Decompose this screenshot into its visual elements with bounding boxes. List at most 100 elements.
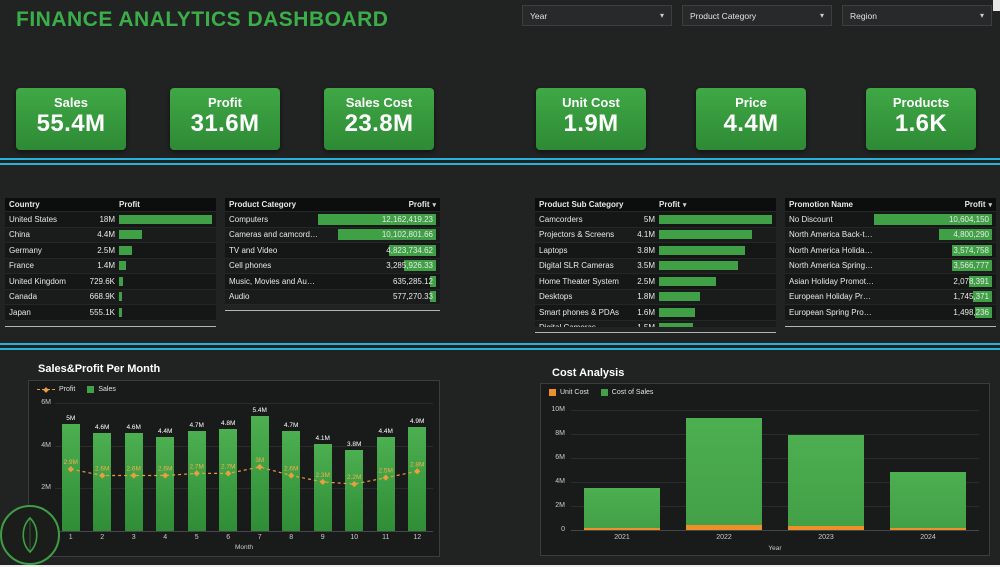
row-label: Music, Movies and Audio Bo... [229, 276, 318, 286]
line-value-label: 2.6M [95, 466, 109, 473]
table-row[interactable]: Camcorders 5M [535, 212, 776, 228]
legend-swatch [549, 389, 556, 396]
table-row[interactable]: European Spring Promotion 1,498,236 [785, 305, 996, 321]
row-label: Home Theater System [539, 276, 619, 286]
table-row[interactable]: North America Holiday Pro... 3,574,758 [785, 243, 996, 259]
row-label: Canada [9, 292, 38, 302]
legend-label: Cost of Sales [611, 389, 654, 396]
x-axis-label: 2022 [716, 534, 732, 541]
column-header[interactable]: Product Category [229, 200, 318, 209]
table-row[interactable]: Canada 668.9K [5, 289, 216, 305]
table-country: Country Profit United States 18M China 4.4M Ge… [5, 198, 216, 326]
filter-dropdown-year[interactable]: Year ▾ [522, 5, 672, 26]
cost-of-sales-bar[interactable] [686, 418, 762, 526]
logo-icon [0, 505, 60, 565]
row-value-cell: 4,823,734.62 [318, 244, 436, 256]
row-value: 5M [643, 214, 655, 224]
column-header[interactable]: Promotion Name [789, 200, 874, 209]
row-value: 577,270.33 [392, 292, 433, 302]
kpi-card-price[interactable]: Price 4.4M [696, 88, 806, 150]
cost-of-sales-bar[interactable] [890, 472, 966, 528]
table-row[interactable]: Desktops 1.8M [535, 289, 776, 305]
row-value: 1.8M [637, 292, 655, 302]
data-bar-track [119, 230, 212, 240]
table-row[interactable]: North America Back-to-Scho... 4,800,290 [785, 227, 996, 243]
kpi-card-profit[interactable]: Profit 31.6M [170, 88, 280, 150]
column-header[interactable]: Product Sub Category [539, 200, 659, 209]
table-row[interactable]: Smart phones & PDAs 1.6M [535, 305, 776, 321]
kpi-card-sales-cost[interactable]: Sales Cost 23.8M [324, 88, 434, 150]
kpi-value: 23.8M [344, 110, 414, 137]
row-value-cell: 10,102,801.66 [318, 229, 436, 241]
cost-of-sales-bar[interactable] [788, 435, 864, 526]
table-row[interactable]: China 4.4M [5, 227, 216, 243]
table-row[interactable]: European Holiday Promotion 1,745,371 [785, 289, 996, 305]
row-label: Smart phones & PDAs [539, 307, 620, 317]
row-value: 10,604,150 [948, 214, 989, 224]
row-value: 12,162,419.23 [381, 214, 433, 224]
filter-dropdown-product-category[interactable]: Product Category ▾ [682, 5, 832, 26]
table-row[interactable]: Computers 12,162,419.23 [225, 212, 440, 228]
table-row[interactable]: Cell phones 3,285,926.33 [225, 258, 440, 274]
column-header[interactable]: Country [9, 200, 119, 209]
line-value-label: 2.2M [347, 474, 361, 481]
filter-dropdown-region[interactable]: Region ▾ [842, 5, 992, 26]
data-bar-track [659, 214, 772, 224]
table-row[interactable]: North America Spring Prom... 3,566,777 [785, 258, 996, 274]
row-label: France [9, 261, 34, 271]
kpi-card-products[interactable]: Products 1.6K [866, 88, 976, 150]
table-row[interactable]: Digital SLR Cameras 3.5M [535, 258, 776, 274]
y-axis-label: 2M [555, 502, 565, 509]
table-row[interactable]: Germany 2.5M [5, 243, 216, 259]
row-value: 1,745,371 [953, 292, 989, 302]
table-row[interactable]: France 1.4M [5, 258, 216, 274]
chevron-down-icon: ▾ [659, 11, 664, 20]
row-value: 4.1M [637, 230, 655, 240]
column-header[interactable]: Profit ▾ [659, 200, 772, 209]
cost-of-sales-bar[interactable] [584, 488, 660, 529]
data-bar-track [119, 292, 212, 302]
table-row[interactable]: Asian Holiday Promotion 2,078,391 [785, 274, 996, 290]
column-header[interactable]: Profit [119, 200, 212, 209]
table-header-row: Product Sub Category Profit ▾ [535, 198, 776, 212]
table-row[interactable]: Music, Movies and Audio Bo... 635,285.12 [225, 274, 440, 290]
table-row[interactable]: Audio 577,270.33 [225, 289, 440, 305]
profit-marker-icon [382, 474, 389, 481]
kpi-card-unit-cost[interactable]: Unit Cost 1.9M [536, 88, 646, 150]
table-row[interactable]: Projectors & Screens 4.1M [535, 227, 776, 243]
unit-cost-bar[interactable] [788, 525, 864, 530]
table-row[interactable]: United States 18M [5, 212, 216, 228]
row-value: 635,285.12 [392, 276, 433, 286]
column-header[interactable]: Profit ▾ [874, 200, 992, 209]
unit-cost-bar[interactable] [584, 528, 660, 530]
legend-item-sales[interactable]: Sales [87, 386, 116, 393]
row-value-cell: 2,078,391 [874, 275, 992, 287]
profit-line[interactable]: 2.9M 2.6M 2.6M 2.6M 2.7M 2.7M 3M 2.6M 2.3M 2.2M 2.… [55, 403, 433, 531]
kpi-label: Products [892, 95, 950, 110]
unit-cost-bar[interactable] [890, 527, 966, 530]
table-row[interactable]: United Kingdom 729.6K [5, 274, 216, 290]
kpi-value: 1.6K [894, 110, 948, 137]
table-row[interactable]: Laptops 3.8M [535, 243, 776, 259]
row-value: 3.5M [637, 261, 655, 271]
sales-profit-chart: 2M 4M 6M 5M 1 4.6M 2 4.6M 3 4.4M 4 4.7M 5 4.8M 6 5.4M 7 4… [28, 380, 440, 557]
kpi-card-sales[interactable]: Sales 55.4M [16, 88, 126, 150]
x-axis-label: 2023 [818, 534, 834, 541]
gridline [571, 410, 979, 411]
table-row[interactable]: No Discount 10,604,150 [785, 212, 996, 228]
table-row[interactable]: Cameras and camcorders 10,102,801.66 [225, 227, 440, 243]
row-label: Desktops [539, 292, 573, 302]
legend-item-profit[interactable]: Profit [37, 386, 75, 393]
legend-item-unit-cost[interactable]: Unit Cost [549, 389, 589, 396]
table-row[interactable]: Japan 555.1K [5, 305, 216, 321]
legend-item-cost-of-sales[interactable]: Cost of Sales [600, 389, 654, 396]
x-axis-label: 8 [289, 534, 294, 541]
table-row[interactable]: TV and Video 4,823,734.62 [225, 243, 440, 259]
table-row[interactable]: Home Theater System 2.5M [535, 274, 776, 290]
table-row[interactable]: Digital Cameras1.5M [535, 320, 776, 327]
column-header[interactable]: Profit ▾ [318, 200, 436, 209]
row-label: TV and Video [229, 245, 278, 255]
filter-label: Year [530, 10, 548, 21]
unit-cost-bar[interactable] [686, 525, 762, 530]
y-axis-label: 6M [41, 399, 51, 406]
